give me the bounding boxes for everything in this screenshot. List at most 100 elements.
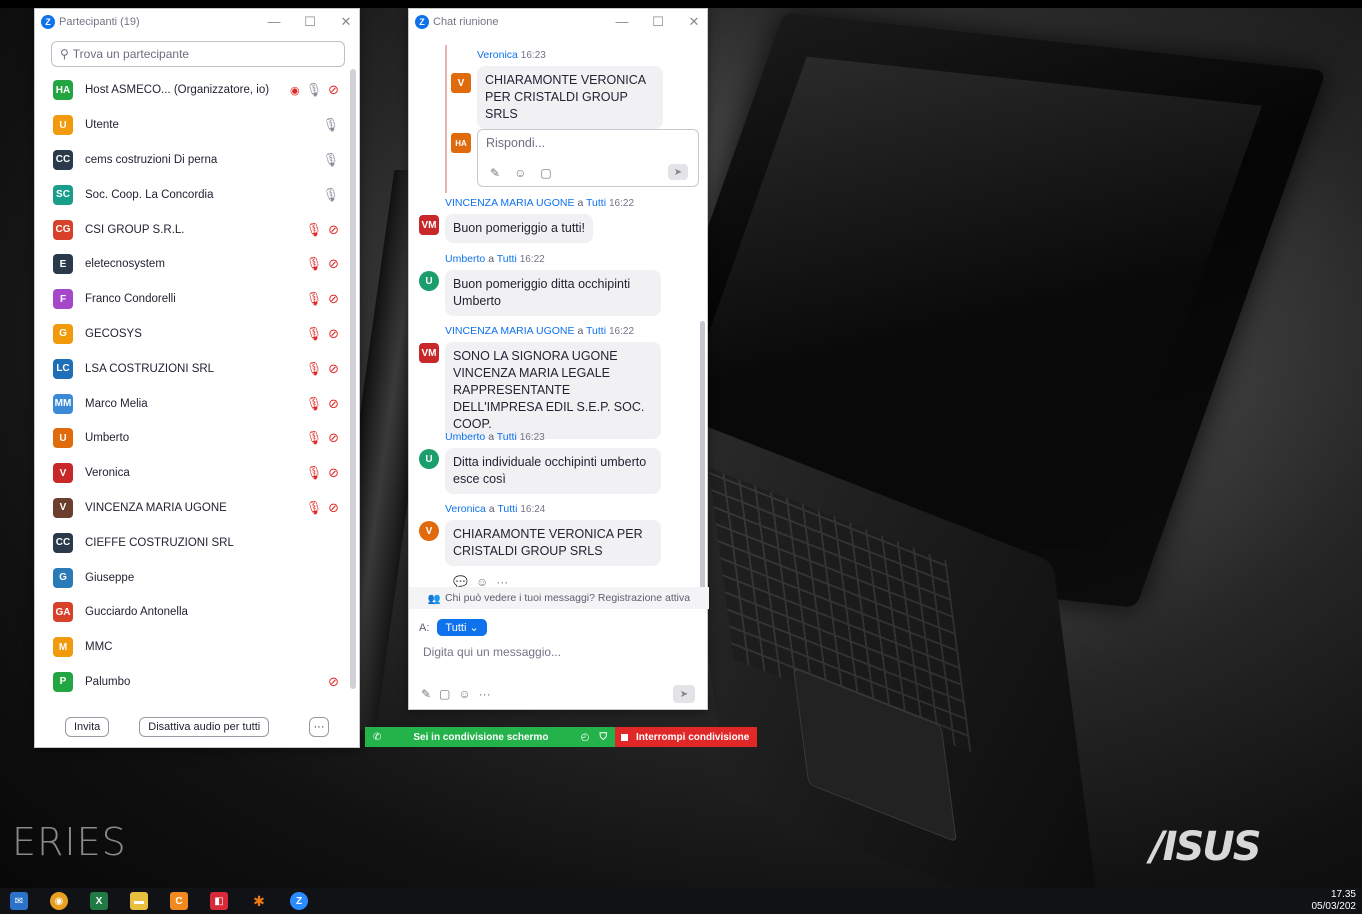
video-off-icon[interactable]: ⊘ — [328, 674, 339, 690]
message-bubble[interactable]: Buon pomeriggio a tutti! — [445, 214, 594, 243]
message-recipient[interactable]: Tutti — [586, 197, 606, 209]
message-recipient[interactable]: Tutti — [497, 503, 517, 515]
chrome-icon[interactable]: ◉ — [50, 892, 68, 910]
privacy-note[interactable]: 👥 Chi può vedere i tuoi messaggi? Regist… — [409, 587, 709, 609]
mic-off-icon[interactable]: 🎙 — [306, 361, 323, 377]
mic-icon[interactable]: 🎙 — [322, 152, 339, 168]
zoom-taskbar-icon[interactable]: Z — [290, 892, 308, 910]
video-off-icon[interactable]: ⊘ — [328, 256, 339, 272]
video-off-icon[interactable]: ⊘ — [328, 430, 339, 446]
participant-row[interactable]: G GECOSYS 🎙 ⊘ — [35, 317, 353, 352]
participant-row[interactable]: M MMC — [35, 630, 353, 665]
message-recipient[interactable]: Tutti — [497, 431, 517, 443]
mic-off-icon[interactable]: 🎙 — [306, 256, 323, 272]
mic-off-icon[interactable]: 🎙 — [306, 396, 323, 412]
mute-all-button[interactable]: Disattiva audio per tutti — [139, 717, 270, 737]
message-recipient[interactable]: Tutti — [497, 253, 517, 265]
participants-scrollbar[interactable] — [350, 69, 356, 689]
video-off-icon[interactable]: ⊘ — [328, 465, 339, 481]
message-sender[interactable]: VINCENZA MARIA UGONE — [445, 325, 575, 337]
emoji-icon[interactable]: ☺ — [458, 687, 470, 701]
participant-row[interactable]: G Giuseppe — [35, 560, 353, 595]
maximize-icon[interactable]: ☐ — [303, 14, 317, 30]
excel-icon[interactable]: X — [90, 892, 108, 910]
file-icon[interactable]: ▢ — [439, 687, 450, 701]
message-bubble[interactable]: SONO LA SIGNORA UGONE VINCENZA MARIA LEG… — [445, 342, 661, 439]
message-bubble[interactable]: Ditta individuale occhipinti umberto esc… — [445, 448, 661, 494]
file-icon[interactable]: ▢ — [540, 166, 551, 180]
message-sender[interactable]: Veronica — [445, 503, 486, 515]
share-status[interactable]: ✆ Sei in condivisione schermo ◴ ⛉ — [365, 727, 615, 747]
message-sender[interactable]: Umberto — [445, 431, 485, 443]
video-off-icon[interactable]: ⊘ — [328, 291, 339, 307]
participant-row[interactable]: GA Gucciardo Antonella — [35, 595, 353, 630]
participants-titlebar[interactable]: Z Partecipanti (19) — ☐ ✕ — [35, 9, 359, 35]
participant-row[interactable]: V Veronica 🎙 ⊘ — [35, 456, 353, 491]
participant-row[interactable]: P Palumbo ⊘ — [35, 665, 353, 700]
mic-off-icon[interactable]: 🎙 — [306, 430, 323, 446]
participant-row[interactable]: U Umberto 🎙 ⊘ — [35, 421, 353, 456]
participant-row[interactable]: CG CSI GROUP S.R.L. 🎙 ⊘ — [35, 212, 353, 247]
recording-icon[interactable]: ◉ — [290, 84, 300, 97]
minimize-icon[interactable]: — — [267, 14, 281, 30]
more-icon[interactable]: ··· — [479, 687, 491, 701]
participant-row[interactable]: U Utente 🎙 — [35, 108, 353, 143]
message-sender[interactable]: Umberto — [445, 253, 485, 265]
format-icon[interactable]: ✎ — [490, 166, 500, 180]
thread-bubble[interactable]: CHIARAMONTE VERONICA PER CRISTALDI GROUP… — [477, 66, 663, 129]
thread-sender[interactable]: Veronica — [477, 49, 518, 61]
mic-icon[interactable]: 🎙 — [322, 187, 339, 203]
participant-row[interactable]: CC CIEFFE COSTRUZIONI SRL — [35, 525, 353, 560]
participant-row[interactable]: Eeletecnosystem 🎙 ⊘ — [35, 247, 353, 282]
app-icon[interactable]: ✱ — [250, 892, 268, 910]
participant-row[interactable]: SC Soc. Coop. La Concordia 🎙 — [35, 177, 353, 212]
video-off-icon[interactable]: ⊘ — [328, 361, 339, 377]
shield-icon[interactable]: ⛉ — [600, 732, 608, 743]
app-icon[interactable]: C — [170, 892, 188, 910]
pause-icon[interactable]: ◴ — [581, 732, 590, 743]
app-icon[interactable]: ◧ — [210, 892, 228, 910]
video-off-icon[interactable]: ⊘ — [328, 326, 339, 342]
chat-titlebar[interactable]: Z Chat riunione — ☐ ✕ — [409, 9, 707, 35]
message-input[interactable]: Digita qui un messaggio... — [423, 645, 561, 659]
clock[interactable]: 17.35 05/03/202 — [1312, 889, 1357, 913]
mic-off-icon[interactable]: 🎙 — [306, 465, 323, 481]
participant-row[interactable]: F Franco Condorelli 🎙 ⊘ — [35, 282, 353, 317]
participant-row[interactable]: LC LSA COSTRUZIONI SRL 🎙 ⊘ — [35, 351, 353, 386]
reply-input[interactable]: Rispondi... ✎ ☺ ▢ ➤ — [477, 129, 699, 187]
participant-row[interactable]: CC cems costruzioni Di perna 🎙 — [35, 143, 353, 178]
minimize-icon[interactable]: — — [615, 14, 629, 30]
message-bubble[interactable]: Buon pomeriggio ditta occhipinti Umberto — [445, 270, 661, 316]
message-recipient[interactable]: Tutti — [586, 325, 606, 337]
mic-off-icon[interactable]: 🎙 — [306, 326, 323, 342]
send-button[interactable]: ➤ — [673, 685, 695, 703]
chat-message-area[interactable]: V Veronica 16:23 CHIARAMONTE VERONICA PE… — [409, 35, 709, 595]
video-off-icon[interactable]: ⊘ — [328, 396, 339, 412]
message-sender[interactable]: VINCENZA MARIA UGONE — [445, 197, 575, 209]
more-options-button[interactable]: ··· — [309, 717, 329, 737]
close-icon[interactable]: ✕ — [687, 14, 701, 30]
video-off-icon[interactable]: ⊘ — [328, 222, 339, 238]
mic-off-icon[interactable]: 🎙 — [306, 222, 323, 238]
mail-icon[interactable]: ✉ — [10, 892, 28, 910]
file-explorer-icon[interactable]: ▬ — [130, 892, 148, 910]
participant-row[interactable]: V VINCENZA MARIA UGONE 🎙 ⊘ — [35, 491, 353, 526]
participant-row[interactable]: MM Marco Melia 🎙 ⊘ — [35, 386, 353, 421]
invite-button[interactable]: Invita — [65, 717, 110, 737]
mic-icon[interactable]: 🎙 — [306, 82, 323, 98]
mic-off-icon[interactable]: 🎙 — [306, 291, 323, 307]
chat-scrollbar[interactable] — [700, 321, 705, 591]
mic-off-icon[interactable]: 🎙 — [306, 500, 323, 516]
stop-share-button[interactable]: Interrompi condivisione — [615, 727, 757, 747]
participant-search-input[interactable]: ⚲ Trova un partecipante — [51, 41, 345, 67]
maximize-icon[interactable]: ☐ — [651, 14, 665, 30]
emoji-icon[interactable]: ☺ — [514, 166, 526, 180]
video-off-icon[interactable]: ⊘ — [328, 82, 339, 98]
video-off-icon[interactable]: ⊘ — [328, 500, 339, 516]
reply-send-button[interactable]: ➤ — [668, 164, 688, 180]
close-icon[interactable]: ✕ — [339, 14, 353, 30]
format-icon[interactable]: ✎ — [421, 687, 431, 701]
participant-row[interactable]: HA Host ASMECO... (Organizzatore, io) ◉ 🎙 ⊘ — [35, 73, 353, 108]
message-bubble[interactable]: CHIARAMONTE VERONICA PER CRISTALDI GROUP… — [445, 520, 661, 566]
recipient-dropdown[interactable]: Tutti ⌄ — [437, 619, 487, 636]
